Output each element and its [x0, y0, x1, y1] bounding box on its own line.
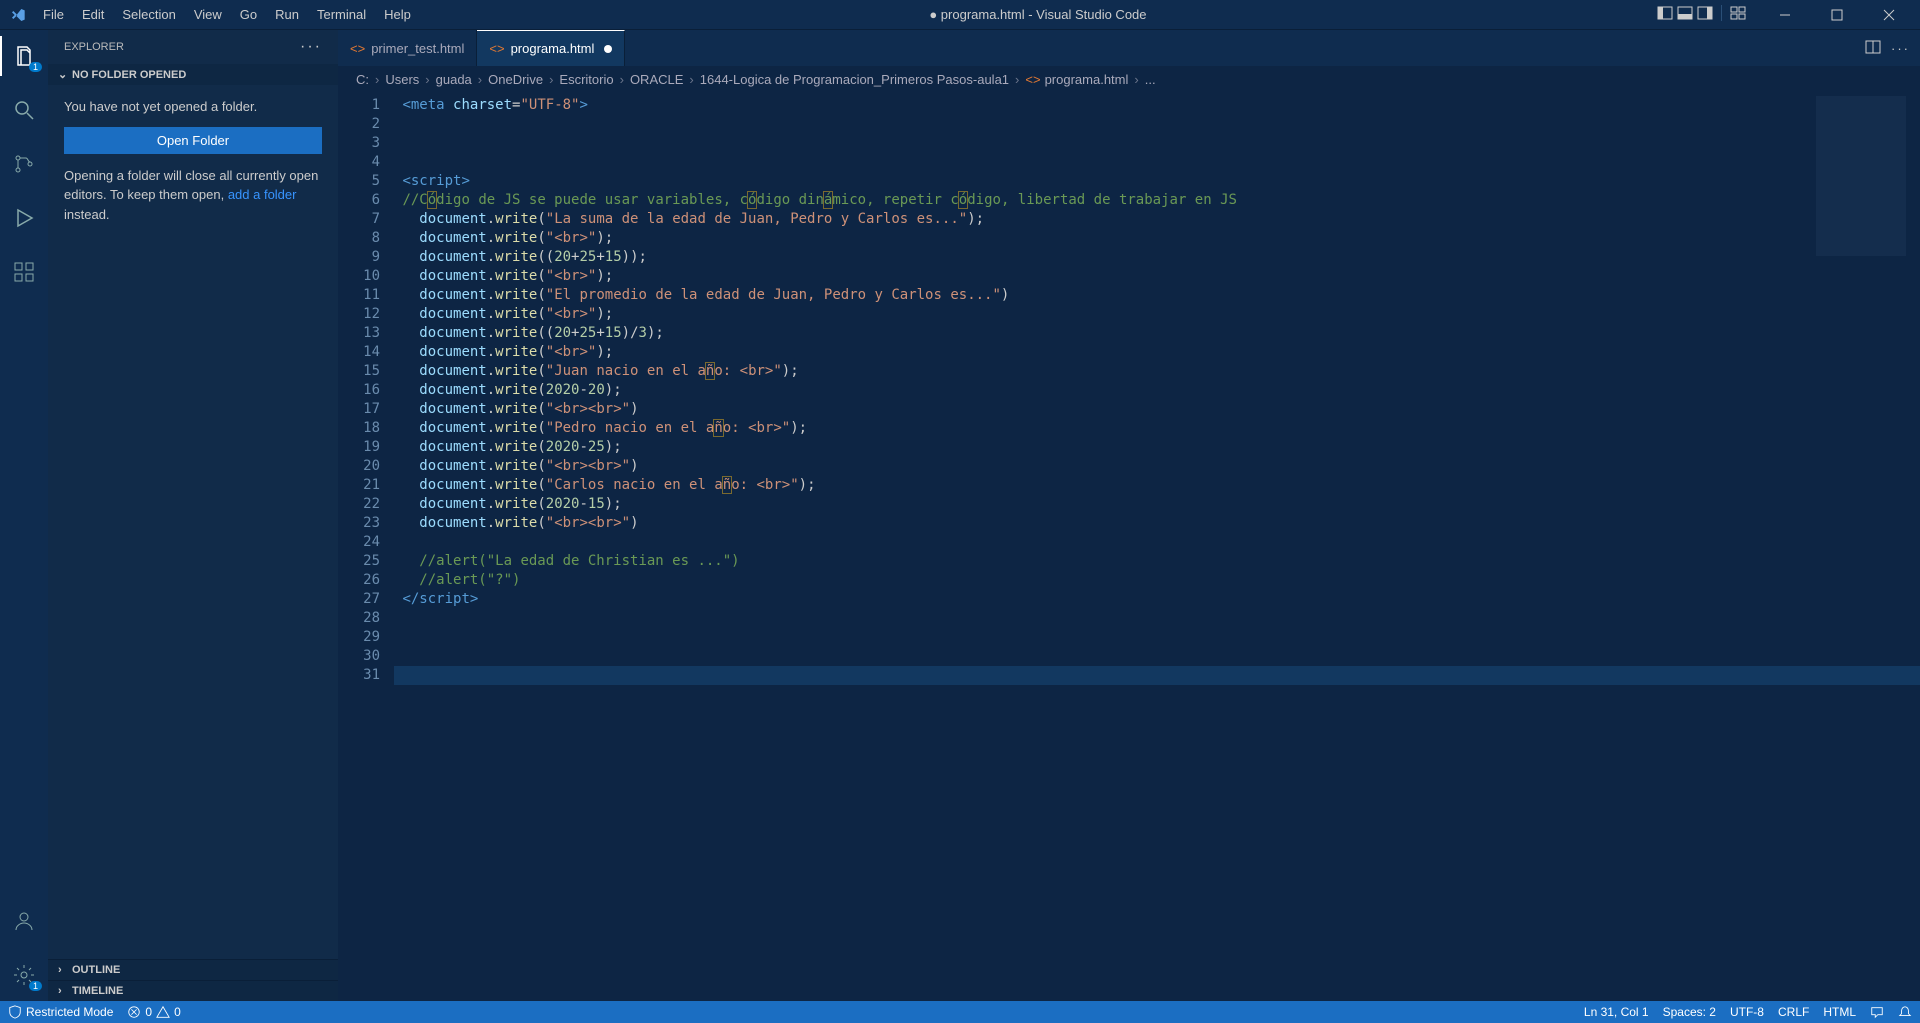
- editor-more-icon[interactable]: ···: [1891, 41, 1910, 56]
- chevron-right-icon: ›: [689, 72, 693, 87]
- menu-terminal[interactable]: Terminal: [309, 3, 374, 26]
- menu-help[interactable]: Help: [376, 3, 419, 26]
- activity-settings[interactable]: 1: [0, 955, 48, 995]
- code-editor[interactable]: 1234567891011121314151617181920212223242…: [338, 92, 1920, 1001]
- menu-bar: File Edit Selection View Go Run Terminal…: [35, 3, 419, 26]
- section-no-folder-label: NO FOLDER OPENED: [72, 69, 186, 81]
- editor-scrollbar[interactable]: [1906, 92, 1920, 1001]
- status-restricted-mode[interactable]: Restricted Mode: [8, 1005, 113, 1019]
- dirty-indicator-icon: [604, 45, 612, 53]
- status-eol[interactable]: CRLF: [1778, 1005, 1809, 1019]
- breadcrumb-part[interactable]: ORACLE: [630, 72, 683, 87]
- vscode-logo-icon: [0, 7, 35, 23]
- breadcrumb-part[interactable]: guada: [436, 72, 472, 87]
- chevron-right-icon: ›: [375, 72, 379, 87]
- open-folder-button[interactable]: Open Folder: [64, 127, 322, 154]
- breadcrumb-part[interactable]: OneDrive: [488, 72, 543, 87]
- no-folder-msg: You have not yet opened a folder.: [64, 97, 322, 117]
- chevron-right-icon: ›: [58, 964, 68, 976]
- sidebar-explorer: EXPLORER ··· ⌄ NO FOLDER OPENED You have…: [48, 30, 338, 1001]
- html-file-icon: <>: [1025, 72, 1040, 87]
- maximize-button[interactable]: [1814, 0, 1860, 30]
- html-file-icon: <>: [489, 41, 504, 56]
- tab-bar: <> primer_test.html <> programa.html ···: [338, 30, 1920, 66]
- chevron-right-icon: ›: [478, 72, 482, 87]
- status-restricted-label: Restricted Mode: [26, 1005, 113, 1019]
- no-folder-panel: You have not yet opened a folder. Open F…: [48, 85, 338, 246]
- line-number-gutter: 1234567891011121314151617181920212223242…: [338, 92, 394, 1001]
- menu-selection[interactable]: Selection: [114, 3, 183, 26]
- layout-customize-icon[interactable]: [1730, 5, 1746, 24]
- editor-group: <> primer_test.html <> programa.html ···…: [338, 30, 1920, 1001]
- section-outline-label: OUTLINE: [72, 964, 120, 976]
- breadcrumb-symbol[interactable]: ...: [1145, 72, 1156, 87]
- chevron-right-icon: ›: [1015, 72, 1019, 87]
- breadcrumb-file[interactable]: programa.html: [1045, 72, 1129, 87]
- title-bar: File Edit Selection View Go Run Terminal…: [0, 0, 1920, 30]
- window-controls: [1657, 0, 1920, 30]
- breadcrumb-part[interactable]: C:: [356, 72, 369, 87]
- activity-run-debug[interactable]: [0, 198, 48, 238]
- section-outline[interactable]: › OUTLINE: [48, 959, 338, 980]
- activity-accounts[interactable]: [0, 901, 48, 941]
- status-bar: Restricted Mode 0 0 Ln 31, Col 1 Spaces:…: [0, 1001, 1920, 1023]
- menu-view[interactable]: View: [186, 3, 230, 26]
- status-feedback-icon[interactable]: [1870, 1005, 1884, 1019]
- breadcrumb-part[interactable]: 1644-Logica de Programacion_Primeros Pas…: [700, 72, 1009, 87]
- no-folder-hint: Opening a folder will close all currentl…: [64, 166, 322, 225]
- window-title: ● programa.html - Visual Studio Code: [419, 7, 1657, 22]
- status-encoding[interactable]: UTF-8: [1730, 1005, 1764, 1019]
- code-lines[interactable]: <meta charset="UTF-8"> <script> //Código…: [394, 92, 1920, 1001]
- sidebar-title: EXPLORER: [64, 41, 124, 53]
- menu-run[interactable]: Run: [267, 3, 307, 26]
- status-errors-count: 0: [145, 1005, 152, 1019]
- chevron-right-icon: ›: [1134, 72, 1138, 87]
- minimize-button[interactable]: [1762, 0, 1808, 30]
- section-no-folder[interactable]: ⌄ NO FOLDER OPENED: [48, 64, 338, 85]
- close-button[interactable]: [1866, 0, 1912, 30]
- sidebar-header: EXPLORER ···: [48, 30, 338, 64]
- menu-go[interactable]: Go: [232, 3, 265, 26]
- tab-primer-test[interactable]: <> primer_test.html: [338, 30, 477, 66]
- chevron-right-icon: ›: [58, 985, 68, 997]
- layout-toggle-sidebar-icon[interactable]: [1657, 5, 1673, 24]
- chevron-right-icon: ›: [549, 72, 553, 87]
- settings-badge: 1: [29, 981, 42, 991]
- chevron-right-icon: ›: [620, 72, 624, 87]
- activity-bar: 1 1: [0, 30, 48, 1001]
- menu-file[interactable]: File: [35, 3, 72, 26]
- separator: [1721, 5, 1722, 21]
- tab-label: programa.html: [511, 41, 595, 56]
- split-editor-icon[interactable]: [1865, 39, 1881, 58]
- status-language[interactable]: HTML: [1823, 1005, 1856, 1019]
- chevron-right-icon: ›: [425, 72, 429, 87]
- status-warnings-count: 0: [174, 1005, 181, 1019]
- status-problems[interactable]: 0 0: [127, 1005, 180, 1019]
- activity-explorer[interactable]: 1: [0, 36, 48, 76]
- activity-extensions[interactable]: [0, 252, 48, 292]
- breadcrumb-part[interactable]: Users: [385, 72, 419, 87]
- minimap[interactable]: [1816, 96, 1906, 256]
- section-timeline[interactable]: › TIMELINE: [48, 980, 338, 1001]
- activity-source-control[interactable]: [0, 144, 48, 184]
- section-timeline-label: TIMELINE: [72, 985, 123, 997]
- breadcrumbs[interactable]: C: › Users › guada › OneDrive › Escritorio › ORACL…: [338, 66, 1920, 92]
- html-file-icon: <>: [350, 41, 365, 56]
- breadcrumb-part[interactable]: Escritorio: [559, 72, 613, 87]
- layout-toggle-panel-icon[interactable]: [1677, 5, 1693, 24]
- tab-programa[interactable]: <> programa.html: [477, 30, 625, 66]
- explorer-badge: 1: [29, 62, 42, 72]
- status-indent[interactable]: Spaces: 2: [1663, 1005, 1716, 1019]
- no-folder-hint-b: instead.: [64, 207, 110, 222]
- layout-toggle-secondary-icon[interactable]: [1697, 5, 1713, 24]
- status-notifications-icon[interactable]: [1898, 1005, 1912, 1019]
- sidebar-more-icon[interactable]: ···: [300, 38, 322, 56]
- add-folder-link[interactable]: add a folder: [228, 187, 297, 202]
- chevron-down-icon: ⌄: [58, 68, 68, 81]
- menu-edit[interactable]: Edit: [74, 3, 112, 26]
- tab-label: primer_test.html: [371, 41, 464, 56]
- activity-search[interactable]: [0, 90, 48, 130]
- status-line-col[interactable]: Ln 31, Col 1: [1584, 1005, 1649, 1019]
